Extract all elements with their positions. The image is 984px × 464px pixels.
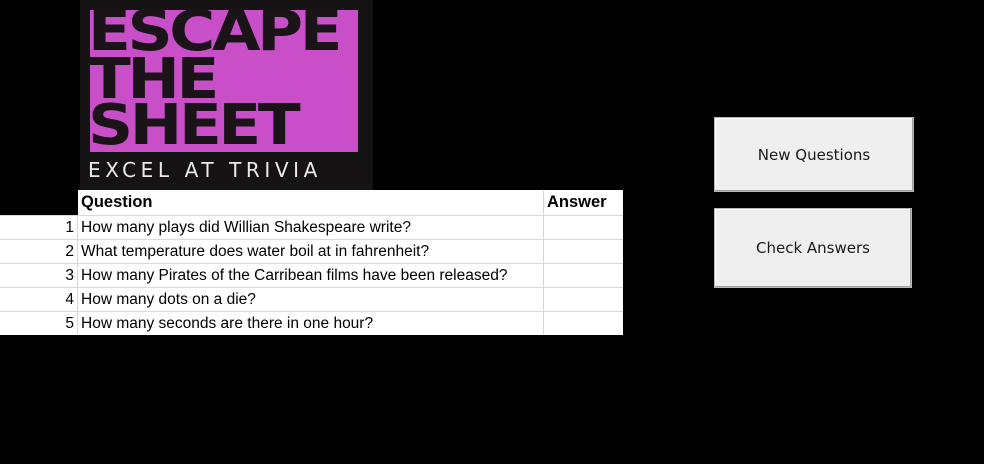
- answer-cell[interactable]: [544, 216, 623, 239]
- new-questions-button[interactable]: New Questions: [714, 117, 914, 192]
- row-number-cell[interactable]: 1: [0, 216, 78, 239]
- header-question-cell[interactable]: Question: [78, 190, 544, 215]
- spreadsheet-canvas: ESCAPE THE SHEET EXCEL AT TRIVIA Questio…: [0, 0, 984, 464]
- row-number-cell[interactable]: 3: [0, 264, 78, 287]
- answer-cell[interactable]: [544, 288, 623, 311]
- logo-word-sheet: SHEET: [88, 93, 301, 158]
- row-number-cell[interactable]: 4: [0, 288, 78, 311]
- table-row: 1 How many plays did Willian Shakespeare…: [0, 216, 623, 240]
- answer-cell[interactable]: [544, 240, 623, 263]
- trivia-table: Question Answer 1 How many plays did Wil…: [0, 190, 623, 335]
- check-answers-button[interactable]: Check Answers: [714, 208, 912, 288]
- table-header-row: Question Answer: [0, 190, 623, 216]
- header-number-cell: [0, 190, 78, 215]
- question-cell[interactable]: How many dots on a die?: [78, 288, 544, 311]
- row-number-cell[interactable]: 5: [0, 312, 78, 335]
- table-row: 4 How many dots on a die?: [0, 288, 623, 312]
- question-cell[interactable]: How many plays did Willian Shakespeare w…: [78, 216, 544, 239]
- table-row: 3 How many Pirates of the Carribean film…: [0, 264, 623, 288]
- escape-the-sheet-logo: ESCAPE THE SHEET EXCEL AT TRIVIA: [80, 0, 373, 190]
- row-number-cell[interactable]: 2: [0, 240, 78, 263]
- answer-cell[interactable]: [544, 264, 623, 287]
- logo-tagline: EXCEL AT TRIVIA: [88, 158, 322, 182]
- table-row: 2 What temperature does water boil at in…: [0, 240, 623, 264]
- question-cell[interactable]: What temperature does water boil at in f…: [78, 240, 544, 263]
- answer-cell[interactable]: [544, 312, 623, 335]
- table-row: 5 How many seconds are there in one hour…: [0, 312, 623, 335]
- question-cell[interactable]: How many Pirates of the Carribean films …: [78, 264, 544, 287]
- question-cell[interactable]: How many seconds are there in one hour?: [78, 312, 544, 335]
- header-answer-cell[interactable]: Answer: [544, 190, 623, 215]
